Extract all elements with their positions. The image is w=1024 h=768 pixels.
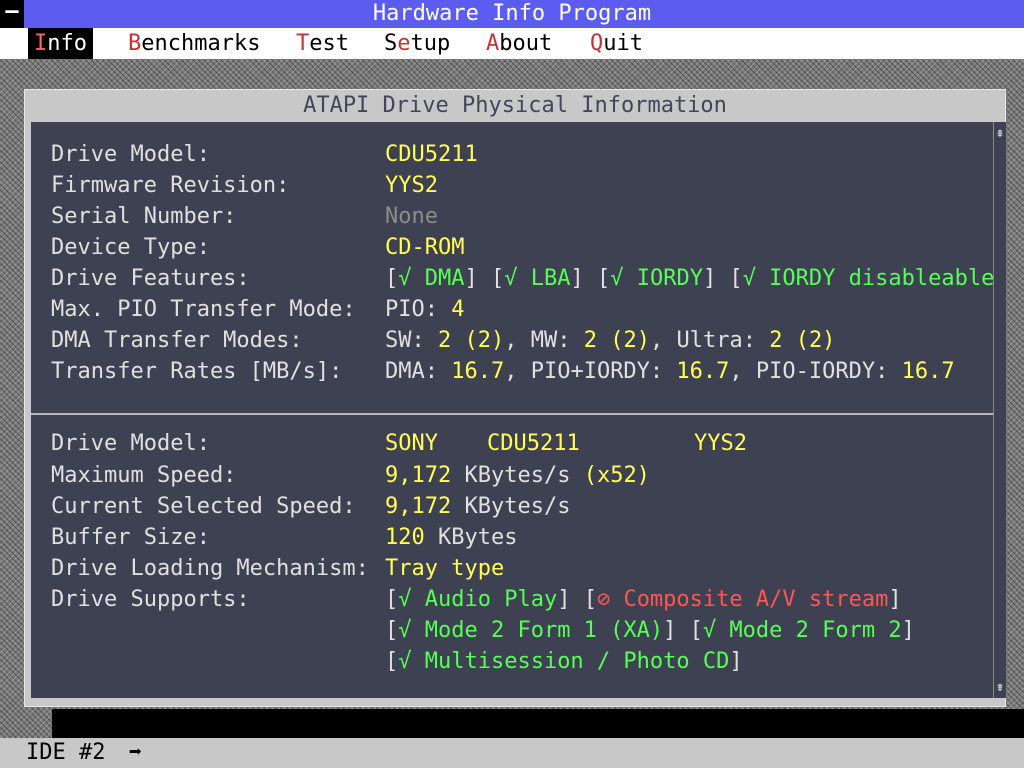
pio-value-group: PIO: 4 [385,297,465,322]
rate-pio-noiordy-value: 16.7 [901,359,955,384]
feature-iordy: √ IORDY [610,266,703,291]
feature-iordy-disableable: √ IORDY disableable [742,266,995,291]
pio-label: Max. PIO Transfer Mode: [51,297,356,322]
support-audio-play: √ Audio Play [398,587,558,612]
menu-info[interactable]: Info [28,28,93,59]
menu-bar: Info Benchmarks Test Setup About Quit [0,28,1024,59]
device-type-value: CD-ROM [385,235,465,260]
current-speed-label: Current Selected Speed: [51,494,356,519]
drive-revision-value: YYS2 [694,431,747,456]
drive-model-value: CDU5211 [385,142,478,167]
support-mode2-form2: √ Mode 2 Form 2 [702,618,902,643]
rates-group: DMA: 16.7, PIO+IORDY: 16.7, PIO-IORDY: 1… [385,359,955,384]
device-type-label: Device Type: [51,235,210,260]
status-bar: IDE #2 ➡ [0,738,1024,768]
rate-dma-value: 16.7 [451,359,505,384]
dma-modes-group: SW: 2 (2), MW: 2 (2), Ultra: 2 (2) [385,328,836,353]
loading-value: Tray type [385,556,505,581]
system-menu-button[interactable]: — [0,0,24,28]
support-multisession: √ Multisession / Photo CD [398,649,730,674]
scroll-up-arrow-icon[interactable]: ⇞ [994,122,1006,144]
supports-label: Drive Supports: [51,587,250,612]
menu-benchmarks[interactable]: Benchmarks [122,28,266,59]
lower-shadow-strip [52,709,1024,738]
current-speed-value: 9,172 [385,494,452,519]
pio-value: 4 [451,297,465,322]
dma-ultra-value: 2 (2) [769,328,836,353]
rate-pio-iordy-value: 16.7 [676,359,730,384]
section-divider [31,413,993,415]
app-title: Hardware Info Program [372,1,652,26]
buffer-value: 120 [385,525,425,550]
app-title-bar: Hardware Info Program [0,0,1024,28]
rates-label: Transfer Rates [MB/s]: [51,359,343,384]
supports-line-1: [√ Audio Play] [⊘ Composite A/V stream] [385,587,902,612]
max-speed-factor: (x52) [583,463,650,488]
feature-lba: √ LBA [504,266,571,291]
menu-quit[interactable]: Quit [584,28,649,59]
drive-info-window: ATAPI Drive Physical Information Drive M… [24,89,1008,707]
drive-vendor-value: SONY [385,431,438,456]
max-speed-group: 9,172 KBytes/s (x52) [385,463,650,488]
vertical-scrollbar[interactable]: ⇞ ⇟ [993,122,1006,698]
drive-model-2-value: CDU5211 [487,431,580,456]
features-label: Drive Features: [51,266,250,291]
scroll-down-arrow-icon[interactable]: ⇟ [994,676,1006,698]
feature-dma: √ DMA [398,266,465,291]
support-mode2-form1: √ Mode 2 Form 1 (XA) [398,618,664,643]
window-title: ATAPI Drive Physical Information [25,90,1005,122]
buffer-group: 120 KBytes [385,525,518,550]
system-menu-icon: — [5,0,19,24]
dma-label: DMA Transfer Modes: [51,328,303,353]
firmware-label: Firmware Revision: [51,173,290,198]
status-text: IDE #2 [26,740,106,765]
max-speed-value: 9,172 [385,463,452,488]
loading-label: Drive Loading Mechanism: [51,556,369,581]
support-composite-av: ⊘ Composite A/V stream [596,587,889,612]
serial-value: None [385,204,438,229]
dma-sw-value: 2 (2) [438,328,505,353]
menu-about[interactable]: About [480,28,558,59]
buffer-label: Buffer Size: [51,525,210,550]
supports-line-2: [√ Mode 2 Form 1 (XA)] [√ Mode 2 Form 2] [385,618,915,643]
next-arrow-icon[interactable]: ➡ [129,740,142,765]
supports-line-3: [√ Multisession / Photo CD] [385,649,743,674]
current-speed-group: 9,172 KBytes/s [385,494,571,519]
dma-mw-value: 2 (2) [583,328,650,353]
drive-info-panel: Drive Model: CDU5211 Firmware Revision: … [31,122,1008,698]
drive-model-2-label: Drive Model: [51,431,210,456]
drive-model-label: Drive Model: [51,142,210,167]
menu-setup[interactable]: Setup [378,28,456,59]
menu-test[interactable]: Test [290,28,355,59]
features-list: [√ DMA] [√ LBA] [√ IORDY] [√ IORDY disab… [385,266,1008,291]
serial-label: Serial Number: [51,204,237,229]
firmware-value: YYS2 [385,173,438,198]
max-speed-label: Maximum Speed: [51,463,237,488]
